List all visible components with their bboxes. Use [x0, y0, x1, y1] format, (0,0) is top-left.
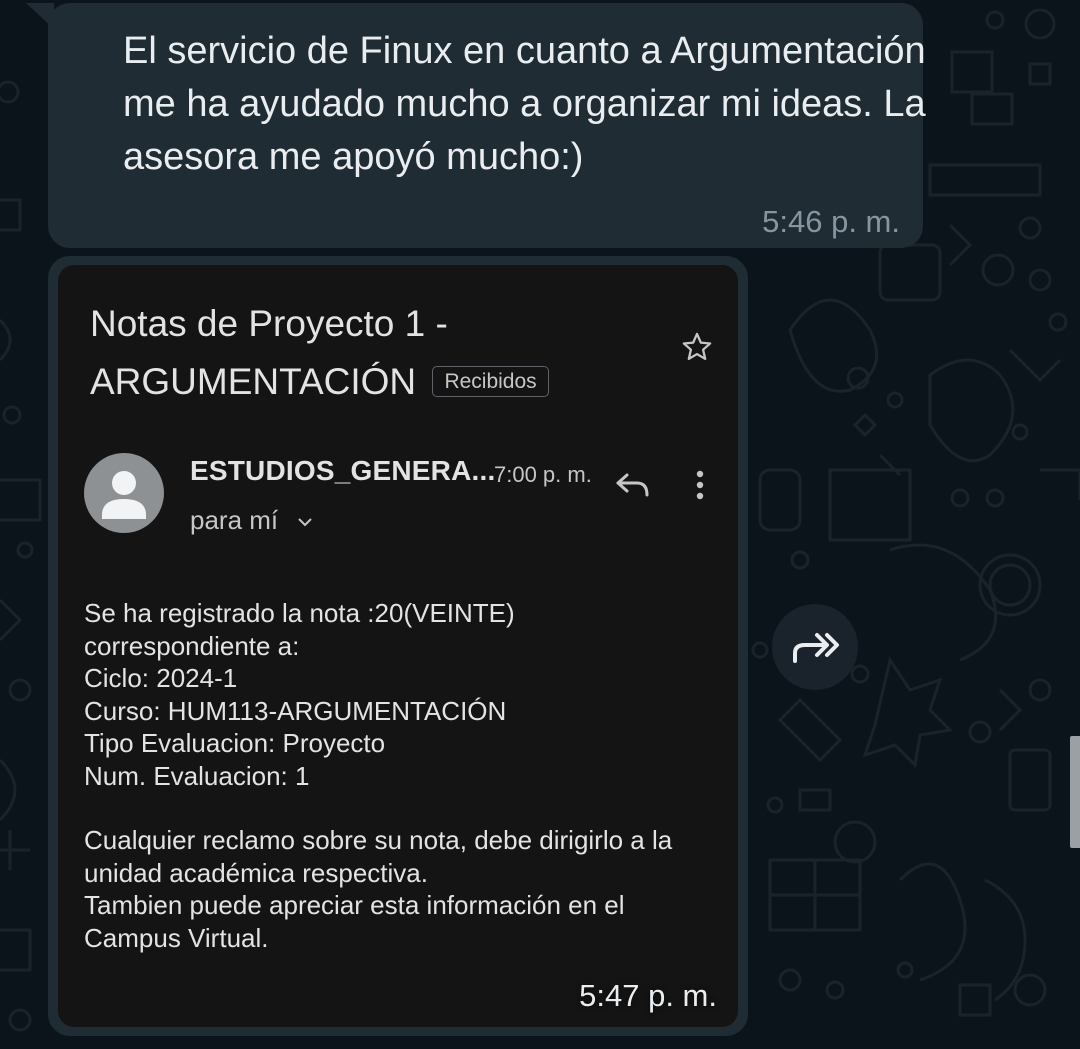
- image-message-timestamp: 5:47 p. m.: [579, 978, 717, 1013]
- inbox-label-badge: Recibidos: [432, 365, 549, 397]
- forward-icon: [793, 633, 839, 663]
- email-body: Se ha registrado la nota :20(VEINTE) cor…: [84, 597, 724, 954]
- recipient-label: para mí: [190, 505, 279, 535]
- email-subject-text: Notas de Proyecto 1 - ARGUMENTACIÓN: [90, 303, 448, 402]
- reply-icon: [616, 473, 649, 497]
- more-vert-icon: [696, 470, 704, 500]
- chevron-down-icon: [298, 518, 313, 527]
- email-body-blank-line: [84, 792, 724, 824]
- email-screenshot-image[interactable]: Notas de Proyecto 1 - ARGUMENTACIÓN Reci…: [58, 265, 738, 1027]
- email-body-line: Tipo Evaluacion: Proyecto: [84, 728, 386, 758]
- avatar-person-icon: [84, 453, 164, 533]
- email-subject: Notas de Proyecto 1 - ARGUMENTACIÓN Reci…: [90, 295, 650, 411]
- email-body-line: Ciclo: 2024-1: [84, 663, 238, 693]
- text-message-bubble[interactable]: El servicio de Finux en cuanto a Argumen…: [48, 3, 926, 248]
- email-body-line: Se ha registrado la nota :20(VEINTE): [84, 598, 515, 628]
- scrollbar-thumb[interactable]: [1070, 736, 1080, 848]
- star-icon: [682, 332, 712, 361]
- image-message-bubble[interactable]: Notas de Proyecto 1 - ARGUMENTACIÓN Reci…: [48, 256, 748, 1036]
- forward-button[interactable]: [772, 604, 858, 690]
- email-sent-time: 7:00 p. m.: [494, 462, 592, 487]
- email-recipient: para mí: [190, 505, 313, 536]
- email-body-line: Curso: HUM113-ARGUMENTACIÓN: [84, 695, 507, 726]
- message-timestamp: 5:46 p. m.: [762, 204, 900, 239]
- message-text: El servicio de Finux en cuanto a Argumen…: [123, 30, 926, 178]
- email-body-line: correspondiente a:: [84, 630, 300, 661]
- email-body-line: Campus Virtual.: [84, 922, 269, 953]
- email-sender: ESTUDIOS_GENERA...: [190, 455, 496, 486]
- email-body-line: Num. Evaluacion: 1: [84, 760, 310, 791]
- email-body-line: unidad académica respectiva.: [84, 857, 428, 888]
- email-body-line: Tambien puede apreciar esta información …: [84, 890, 625, 920]
- email-body-line: Cualquier reclamo sobre su nota, debe di…: [84, 825, 673, 855]
